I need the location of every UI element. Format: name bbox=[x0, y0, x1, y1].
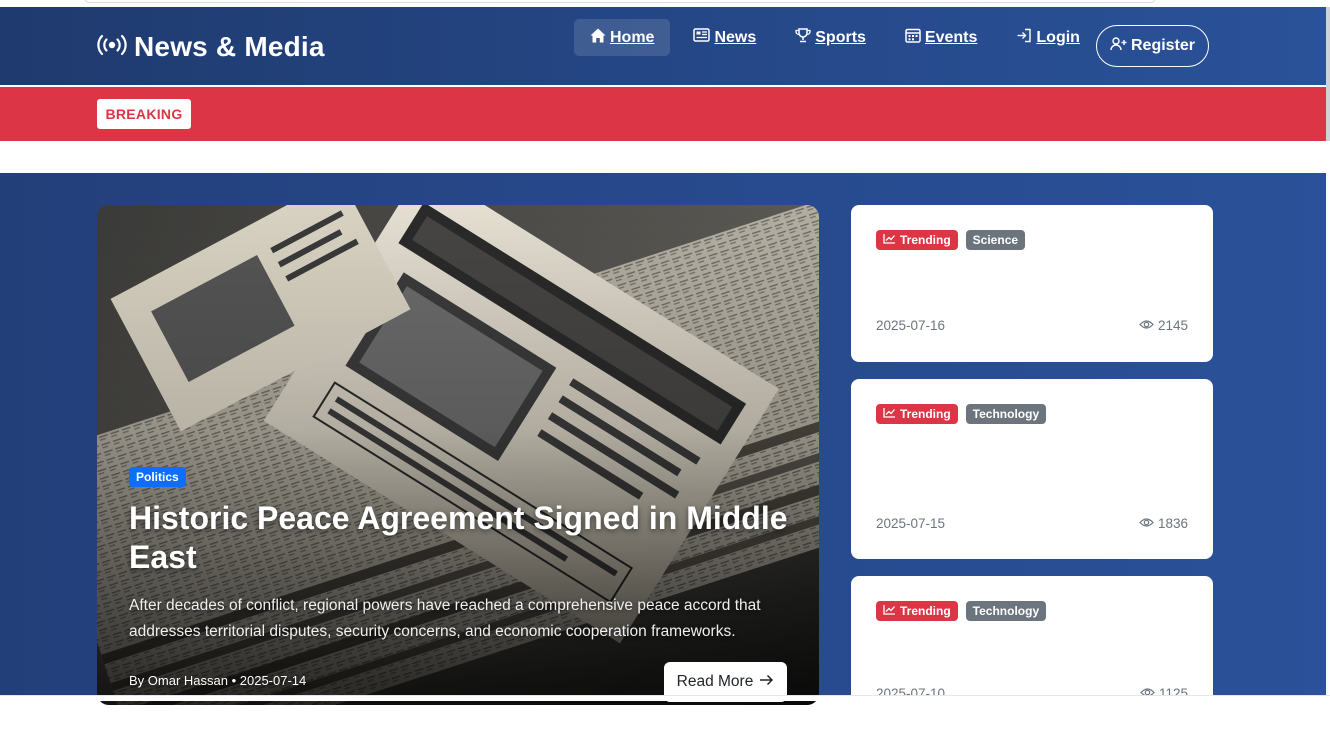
brand[interactable]: News & Media bbox=[96, 31, 325, 63]
trophy-icon bbox=[795, 27, 815, 48]
register-button[interactable]: Register bbox=[1096, 25, 1209, 67]
breaking-news-bar: BREAKING bbox=[0, 87, 1326, 141]
category-badge[interactable]: Politics bbox=[129, 467, 186, 487]
nav-item-news[interactable]: News bbox=[677, 19, 772, 56]
featured-article-content: Politics Historic Peace Agreement Signed… bbox=[129, 467, 799, 645]
nav-item-sports[interactable]: Sports bbox=[779, 19, 882, 56]
article-meta: By Omar Hassan • 2025-07-14 bbox=[129, 673, 307, 688]
trending-card[interactable]: Trending Science 2025-07-16 2145 bbox=[851, 205, 1213, 362]
home-icon bbox=[590, 28, 610, 48]
chart-line-icon bbox=[883, 407, 900, 421]
nav-item-label: Sports bbox=[815, 28, 866, 46]
eye-icon bbox=[1139, 318, 1158, 333]
eye-icon bbox=[1139, 516, 1158, 531]
card-badges: Trending Science bbox=[876, 230, 1033, 250]
navbar: News & Media Home News Sports Events Log… bbox=[0, 7, 1326, 85]
register-label: Register bbox=[1130, 37, 1196, 54]
main-nav: Home News Sports Events Login bbox=[574, 19, 1103, 56]
article-description: After decades of conflict, regional powe… bbox=[129, 597, 761, 640]
card-date: 2025-07-16 bbox=[876, 318, 946, 333]
nav-item-events[interactable]: Events bbox=[889, 19, 993, 56]
brand-name: News & Media bbox=[134, 31, 325, 62]
view-count: 1836 bbox=[1157, 516, 1188, 531]
trending-card[interactable]: Trending Technology 2025-07-15 1836 bbox=[851, 379, 1213, 559]
card-badges: Trending Technology bbox=[876, 601, 1054, 621]
nav-item-label: Events bbox=[924, 28, 978, 46]
card-date: 2025-07-15 bbox=[876, 516, 946, 531]
category-badge[interactable]: Science bbox=[965, 230, 1026, 250]
trending-label: Trending bbox=[900, 233, 951, 247]
chart-line-icon bbox=[883, 233, 900, 247]
category-badge[interactable]: Technology bbox=[965, 601, 1047, 621]
broadcast-icon bbox=[96, 33, 128, 62]
nav-item-home[interactable]: Home bbox=[574, 19, 671, 56]
category-badge[interactable]: Technology bbox=[965, 404, 1047, 424]
view-count: 2145 bbox=[1157, 318, 1188, 333]
read-more-label: Read More bbox=[676, 673, 754, 690]
login-icon bbox=[1016, 28, 1036, 48]
trending-badge[interactable]: Trending bbox=[876, 230, 958, 250]
spacer bbox=[0, 141, 1326, 173]
card-badges: Trending Technology bbox=[876, 404, 1054, 424]
nav-item-label: Home bbox=[610, 28, 655, 46]
featured-article-card[interactable]: Politics Historic Peace Agreement Signed… bbox=[97, 205, 819, 705]
newspaper-icon bbox=[693, 28, 714, 47]
browser-top-sliver bbox=[0, 0, 1330, 7]
trending-badge[interactable]: Trending bbox=[876, 404, 958, 424]
scrollbar[interactable] bbox=[1326, 7, 1330, 141]
hero-section: Politics Historic Peace Agreement Signed… bbox=[0, 173, 1326, 736]
article-title[interactable]: Historic Peace Agreement Signed in Middl… bbox=[129, 499, 799, 577]
breaking-badge: BREAKING bbox=[97, 99, 191, 129]
trending-label: Trending bbox=[900, 604, 951, 618]
bottom-edge bbox=[0, 695, 1330, 701]
trending-card[interactable]: Trending Technology 2025-07-10 1125 bbox=[851, 576, 1213, 736]
chart-line-icon bbox=[883, 604, 900, 618]
add-user-icon bbox=[1110, 36, 1131, 56]
arrow-right-icon bbox=[753, 673, 774, 691]
address-bar-edge bbox=[84, 0, 1156, 3]
trending-label: Trending bbox=[900, 407, 951, 421]
card-views: 2145 bbox=[1139, 318, 1188, 333]
nav-item-label: Login bbox=[1036, 28, 1080, 46]
nav-item-label: News bbox=[714, 28, 757, 46]
calendar-icon bbox=[905, 28, 925, 48]
card-views: 1836 bbox=[1139, 516, 1188, 531]
trending-badge[interactable]: Trending bbox=[876, 601, 958, 621]
nav-item-login[interactable]: Login bbox=[1000, 19, 1096, 56]
